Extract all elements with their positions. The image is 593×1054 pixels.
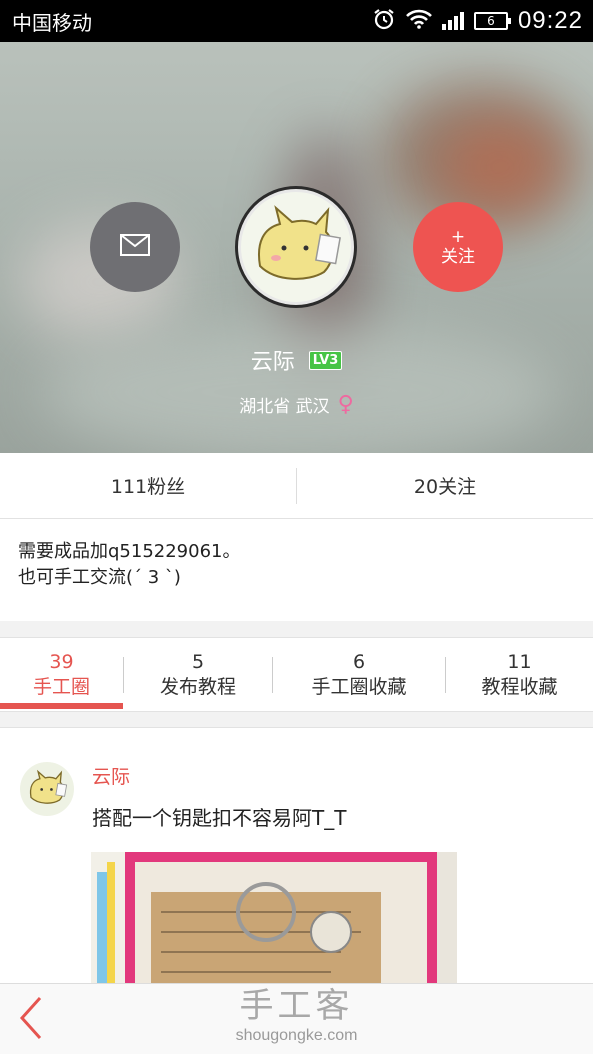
carrier-name: 中国移动 xyxy=(12,10,92,35)
watermark: 手工客 shougongke.com xyxy=(0,986,593,1046)
status-bar: 中国移动 6 09:22 xyxy=(0,0,593,42)
clock: 09:22 xyxy=(517,7,583,34)
plus-icon: + xyxy=(450,227,466,247)
following-count[interactable]: 20关注 xyxy=(297,472,593,499)
tab-count: 11 xyxy=(507,650,532,673)
username: 云际 xyxy=(250,350,295,375)
level-badge: LV3 xyxy=(308,350,343,370)
message-button[interactable] xyxy=(90,202,180,292)
tab-label: 发布教程 xyxy=(159,675,236,698)
female-icon: ♀ xyxy=(337,392,354,417)
fans-count[interactable]: 111粉丝 xyxy=(0,472,296,499)
back-arrow-icon xyxy=(18,996,44,1044)
content-tabs: 39 手工圈 5 发布教程 6 手工圈收藏 11 教程收藏 xyxy=(0,637,593,712)
alarm-icon xyxy=(372,7,396,36)
tab-label: 手工圈 xyxy=(32,675,90,698)
cat-avatar-image xyxy=(29,769,68,804)
background-blur xyxy=(440,122,560,212)
post-card[interactable]: 云际 搭配一个钥匙扣不容易阿T_T xyxy=(0,727,593,984)
follow-button[interactable]: + 关注 xyxy=(413,202,503,292)
post-image[interactable] xyxy=(91,852,457,984)
tab-count: 5 xyxy=(191,650,205,673)
back-button[interactable] xyxy=(18,996,54,1044)
follow-label: 关注 xyxy=(441,247,475,267)
battery-icon: 6 xyxy=(473,12,511,30)
follow-stats: 111粉丝 20关注 xyxy=(0,453,593,519)
location-row: 湖北省 武汉 ♀ xyxy=(0,392,593,417)
watermark-url: shougongke.com xyxy=(235,1027,358,1044)
cat-avatar-image xyxy=(258,205,341,280)
signal-icon xyxy=(441,12,464,30)
status-icons: 6 09:22 xyxy=(372,7,583,36)
bottom-bar: 手工客 shougongke.com xyxy=(0,983,593,1054)
wifi-icon xyxy=(406,9,432,34)
watermark-title: 手工客 xyxy=(239,986,354,1026)
tab-label: 教程收藏 xyxy=(481,675,558,698)
tab-published-tutorials[interactable]: 5 发布教程 xyxy=(124,638,272,711)
tab-tutorial-favorites[interactable]: 11 教程收藏 xyxy=(446,638,593,711)
tab-count: 6 xyxy=(352,650,366,673)
profile-bio: 需要成品加q515229061。 也可手工交流(ˊ 3 ˋ) xyxy=(0,519,593,621)
bio-line: 也可手工交流(ˊ 3 ˋ) xyxy=(18,567,181,588)
tab-label: 手工圈收藏 xyxy=(311,675,407,698)
post-author[interactable]: 云际 xyxy=(92,762,130,789)
tab-count: 39 xyxy=(49,650,74,673)
username-row: 云际 LV3 xyxy=(0,344,593,376)
envelope-icon xyxy=(120,234,150,260)
profile-header: + 关注 云际 LV3 湖北省 武汉 ♀ xyxy=(0,42,593,453)
bio-line: 需要成品加q515229061。 xyxy=(18,541,241,562)
avatar[interactable] xyxy=(235,186,357,308)
post-text: 搭配一个钥匙扣不容易阿T_T xyxy=(92,806,347,830)
tab-circle-favorites[interactable]: 6 手工圈收藏 xyxy=(273,638,445,711)
background-blur xyxy=(40,322,560,453)
post-avatar[interactable] xyxy=(20,762,74,816)
location: 湖北省 武汉 xyxy=(239,397,330,417)
tab-handmade-circle[interactable]: 39 手工圈 xyxy=(0,638,123,711)
